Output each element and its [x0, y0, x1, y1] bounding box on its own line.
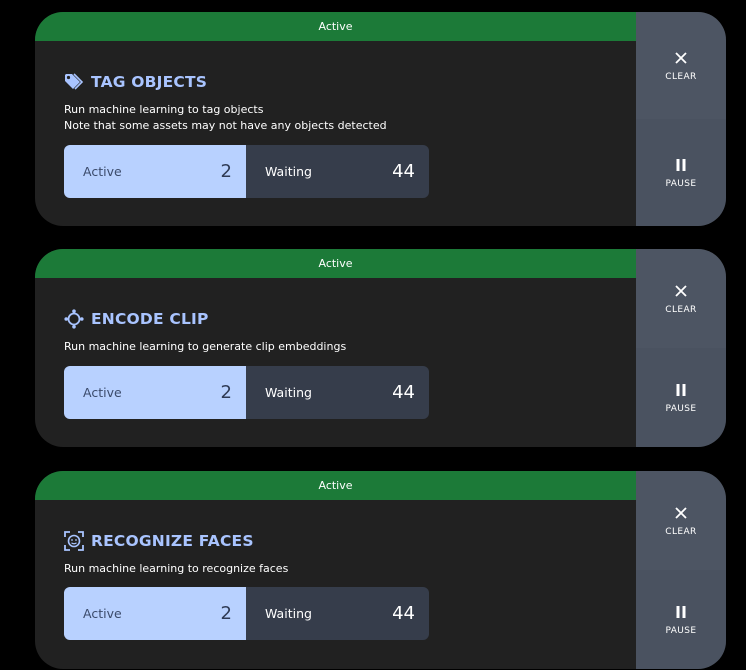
job-description: Run machine learning to recognize faces [64, 561, 624, 577]
job-card-tag-objects: Active TAG OBJECTS Run machine learning … [35, 12, 726, 226]
active-count-box: Active 2 [64, 145, 246, 198]
waiting-count: 44 [392, 603, 415, 624]
active-count: 2 [220, 603, 232, 624]
waiting-count: 44 [392, 161, 415, 182]
active-count: 2 [220, 382, 232, 403]
active-label: Active [83, 164, 122, 179]
waiting-count-box: Waiting 44 [246, 587, 429, 640]
pause-button[interactable]: PAUSE [636, 570, 726, 669]
encode-clip-icon [64, 309, 84, 329]
active-label: Active [83, 606, 122, 621]
face-recognition-icon [64, 531, 84, 551]
tag-icon [64, 72, 84, 92]
job-title: RECOGNIZE FACES [91, 532, 254, 550]
active-count-box: Active 2 [64, 366, 246, 419]
job-actions: CLEAR PAUSE [636, 471, 726, 669]
job-title-row: RECOGNIZE FACES [64, 530, 624, 552]
status-bar: Active [35, 249, 636, 278]
waiting-label: Waiting [265, 385, 312, 400]
clear-button[interactable]: CLEAR [636, 249, 726, 348]
pause-icon [673, 157, 689, 173]
job-description: Run machine learning to generate clip em… [64, 339, 624, 355]
job-actions: CLEAR PAUSE [636, 249, 726, 447]
pause-label: PAUSE [665, 178, 697, 189]
job-description-line: Run machine learning to tag objects [64, 103, 264, 116]
active-count-box: Active 2 [64, 587, 246, 640]
job-counts: Active 2 Waiting 44 [64, 145, 429, 198]
job-body: ENCODE CLIP Run machine learning to gene… [64, 278, 624, 355]
clear-button[interactable]: CLEAR [636, 471, 726, 570]
active-count: 2 [220, 161, 232, 182]
pause-icon [673, 382, 689, 398]
job-card-encode-clip: Active ENCODE CLIP Run machine learning … [35, 249, 726, 447]
pause-label: PAUSE [665, 403, 697, 414]
jobs-panel: Active TAG OBJECTS Run machine learning … [0, 0, 746, 670]
job-title-row: ENCODE CLIP [64, 308, 624, 330]
job-actions: CLEAR PAUSE [636, 12, 726, 226]
job-card-recognize-faces: Active RECOGNIZE FACES Run machine learn… [35, 471, 726, 669]
job-description: Run machine learning to tag objects Note… [64, 102, 624, 134]
job-title: TAG OBJECTS [91, 73, 208, 91]
waiting-count-box: Waiting 44 [246, 145, 429, 198]
close-icon [673, 505, 689, 521]
pause-label: PAUSE [665, 625, 697, 636]
clear-button[interactable]: CLEAR [636, 12, 726, 119]
waiting-label: Waiting [265, 606, 312, 621]
job-counts: Active 2 Waiting 44 [64, 587, 429, 640]
close-icon [673, 50, 689, 66]
clear-label: CLEAR [665, 304, 697, 315]
pause-button[interactable]: PAUSE [636, 348, 726, 447]
clear-label: CLEAR [665, 526, 697, 537]
job-title: ENCODE CLIP [91, 310, 209, 328]
pause-button[interactable]: PAUSE [636, 119, 726, 226]
waiting-label: Waiting [265, 164, 312, 179]
job-body: RECOGNIZE FACES Run machine learning to … [64, 500, 624, 577]
job-counts: Active 2 Waiting 44 [64, 366, 429, 419]
job-description-line: Run machine learning to recognize faces [64, 562, 289, 575]
job-description-line: Note that some assets may not have any o… [64, 119, 387, 132]
clear-label: CLEAR [665, 71, 697, 82]
close-icon [673, 283, 689, 299]
status-bar: Active [35, 12, 636, 41]
waiting-count: 44 [392, 382, 415, 403]
status-bar: Active [35, 471, 636, 500]
pause-icon [673, 604, 689, 620]
waiting-count-box: Waiting 44 [246, 366, 429, 419]
job-title-row: TAG OBJECTS [64, 71, 624, 93]
active-label: Active [83, 385, 122, 400]
job-description-line: Run machine learning to generate clip em… [64, 340, 347, 353]
job-body: TAG OBJECTS Run machine learning to tag … [64, 41, 624, 134]
